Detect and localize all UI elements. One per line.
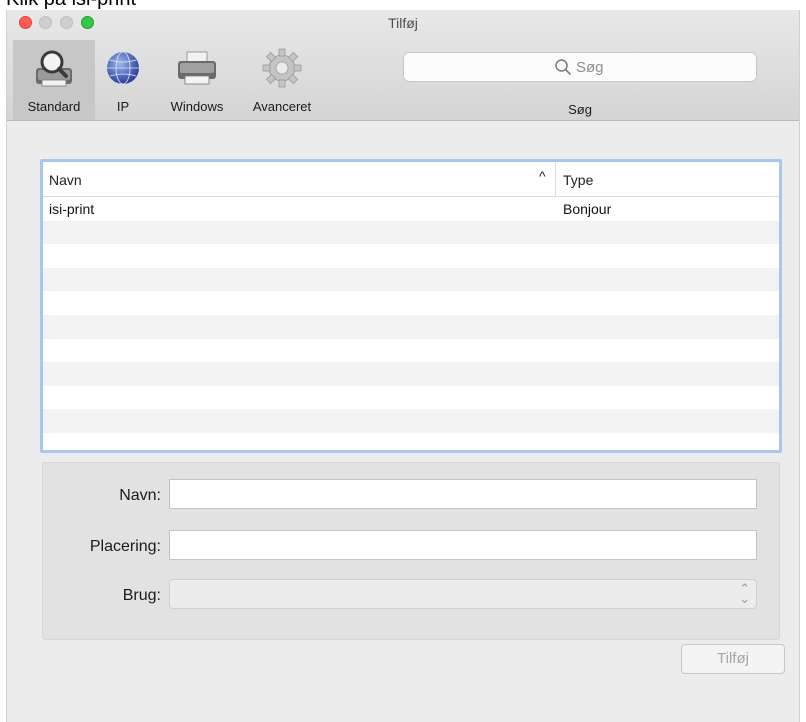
add-printer-window: Tilføj Standard IP Windows Avanceret Søg… xyxy=(6,10,800,722)
toolbar-standard-label: Standard xyxy=(27,99,81,114)
add-button[interactable]: Tilføj xyxy=(681,644,785,674)
toolbar-windows-label: Windows xyxy=(170,99,224,114)
table-row-isi-print[interactable]: isi-print Bonjour xyxy=(43,197,779,221)
globe-icon xyxy=(107,51,139,85)
search-label: Søg xyxy=(568,102,592,117)
printer-list-header: Navn ^ Type xyxy=(43,162,779,197)
printer-details-form: Navn: Placering: Brug: ⌃ ⌄ xyxy=(42,462,780,640)
printer-type-cell: Bonjour xyxy=(563,201,612,217)
table-row xyxy=(43,386,779,410)
name-field[interactable] xyxy=(169,479,757,509)
table-row xyxy=(43,409,779,433)
use-label: Brug: xyxy=(122,587,161,604)
search-icon xyxy=(555,59,571,75)
location-field[interactable] xyxy=(169,530,757,560)
table-row xyxy=(43,314,779,339)
toolbar-ip-label: IP xyxy=(116,99,130,114)
table-row xyxy=(43,220,779,245)
printer-name-cell: isi-print xyxy=(49,201,95,217)
printer-list-rows: isi-print Bonjour xyxy=(43,197,779,450)
search-input[interactable] xyxy=(576,57,746,77)
window-title: Tilføj xyxy=(388,15,418,31)
table-row xyxy=(43,362,779,386)
toolbar-standard[interactable]: Standard xyxy=(13,40,95,120)
select-chevron-icon: ⌃ ⌄ xyxy=(739,581,750,606)
search-field[interactable] xyxy=(403,52,757,82)
toolbar-windows[interactable]: Windows xyxy=(159,40,235,120)
name-label: Navn: xyxy=(119,487,161,504)
toolbar-advanced-label: Avanceret xyxy=(252,99,312,114)
table-row xyxy=(43,433,779,450)
column-divider xyxy=(555,162,556,196)
sort-ascending-icon: ^ xyxy=(539,168,546,184)
printer-list[interactable]: Navn ^ Type isi-print Bonjour xyxy=(40,159,782,453)
toolbar-ip[interactable]: IP xyxy=(101,40,145,120)
gear-icon xyxy=(262,48,302,88)
table-row xyxy=(43,244,779,268)
window-toolbar: Tilføj Standard IP Windows Avanceret Søg… xyxy=(7,10,799,121)
location-label: Placering: xyxy=(89,538,161,555)
use-select[interactable]: ⌃ ⌄ xyxy=(169,579,757,609)
column-header-name[interactable]: Navn xyxy=(49,172,82,188)
toolbar-advanced[interactable]: Avanceret xyxy=(239,40,325,120)
table-row xyxy=(43,291,779,315)
printer-icon xyxy=(178,51,216,85)
column-header-type[interactable]: Type xyxy=(563,172,593,188)
table-row xyxy=(43,339,779,363)
table-row xyxy=(43,267,779,292)
magnifier-printer-icon xyxy=(36,50,72,87)
